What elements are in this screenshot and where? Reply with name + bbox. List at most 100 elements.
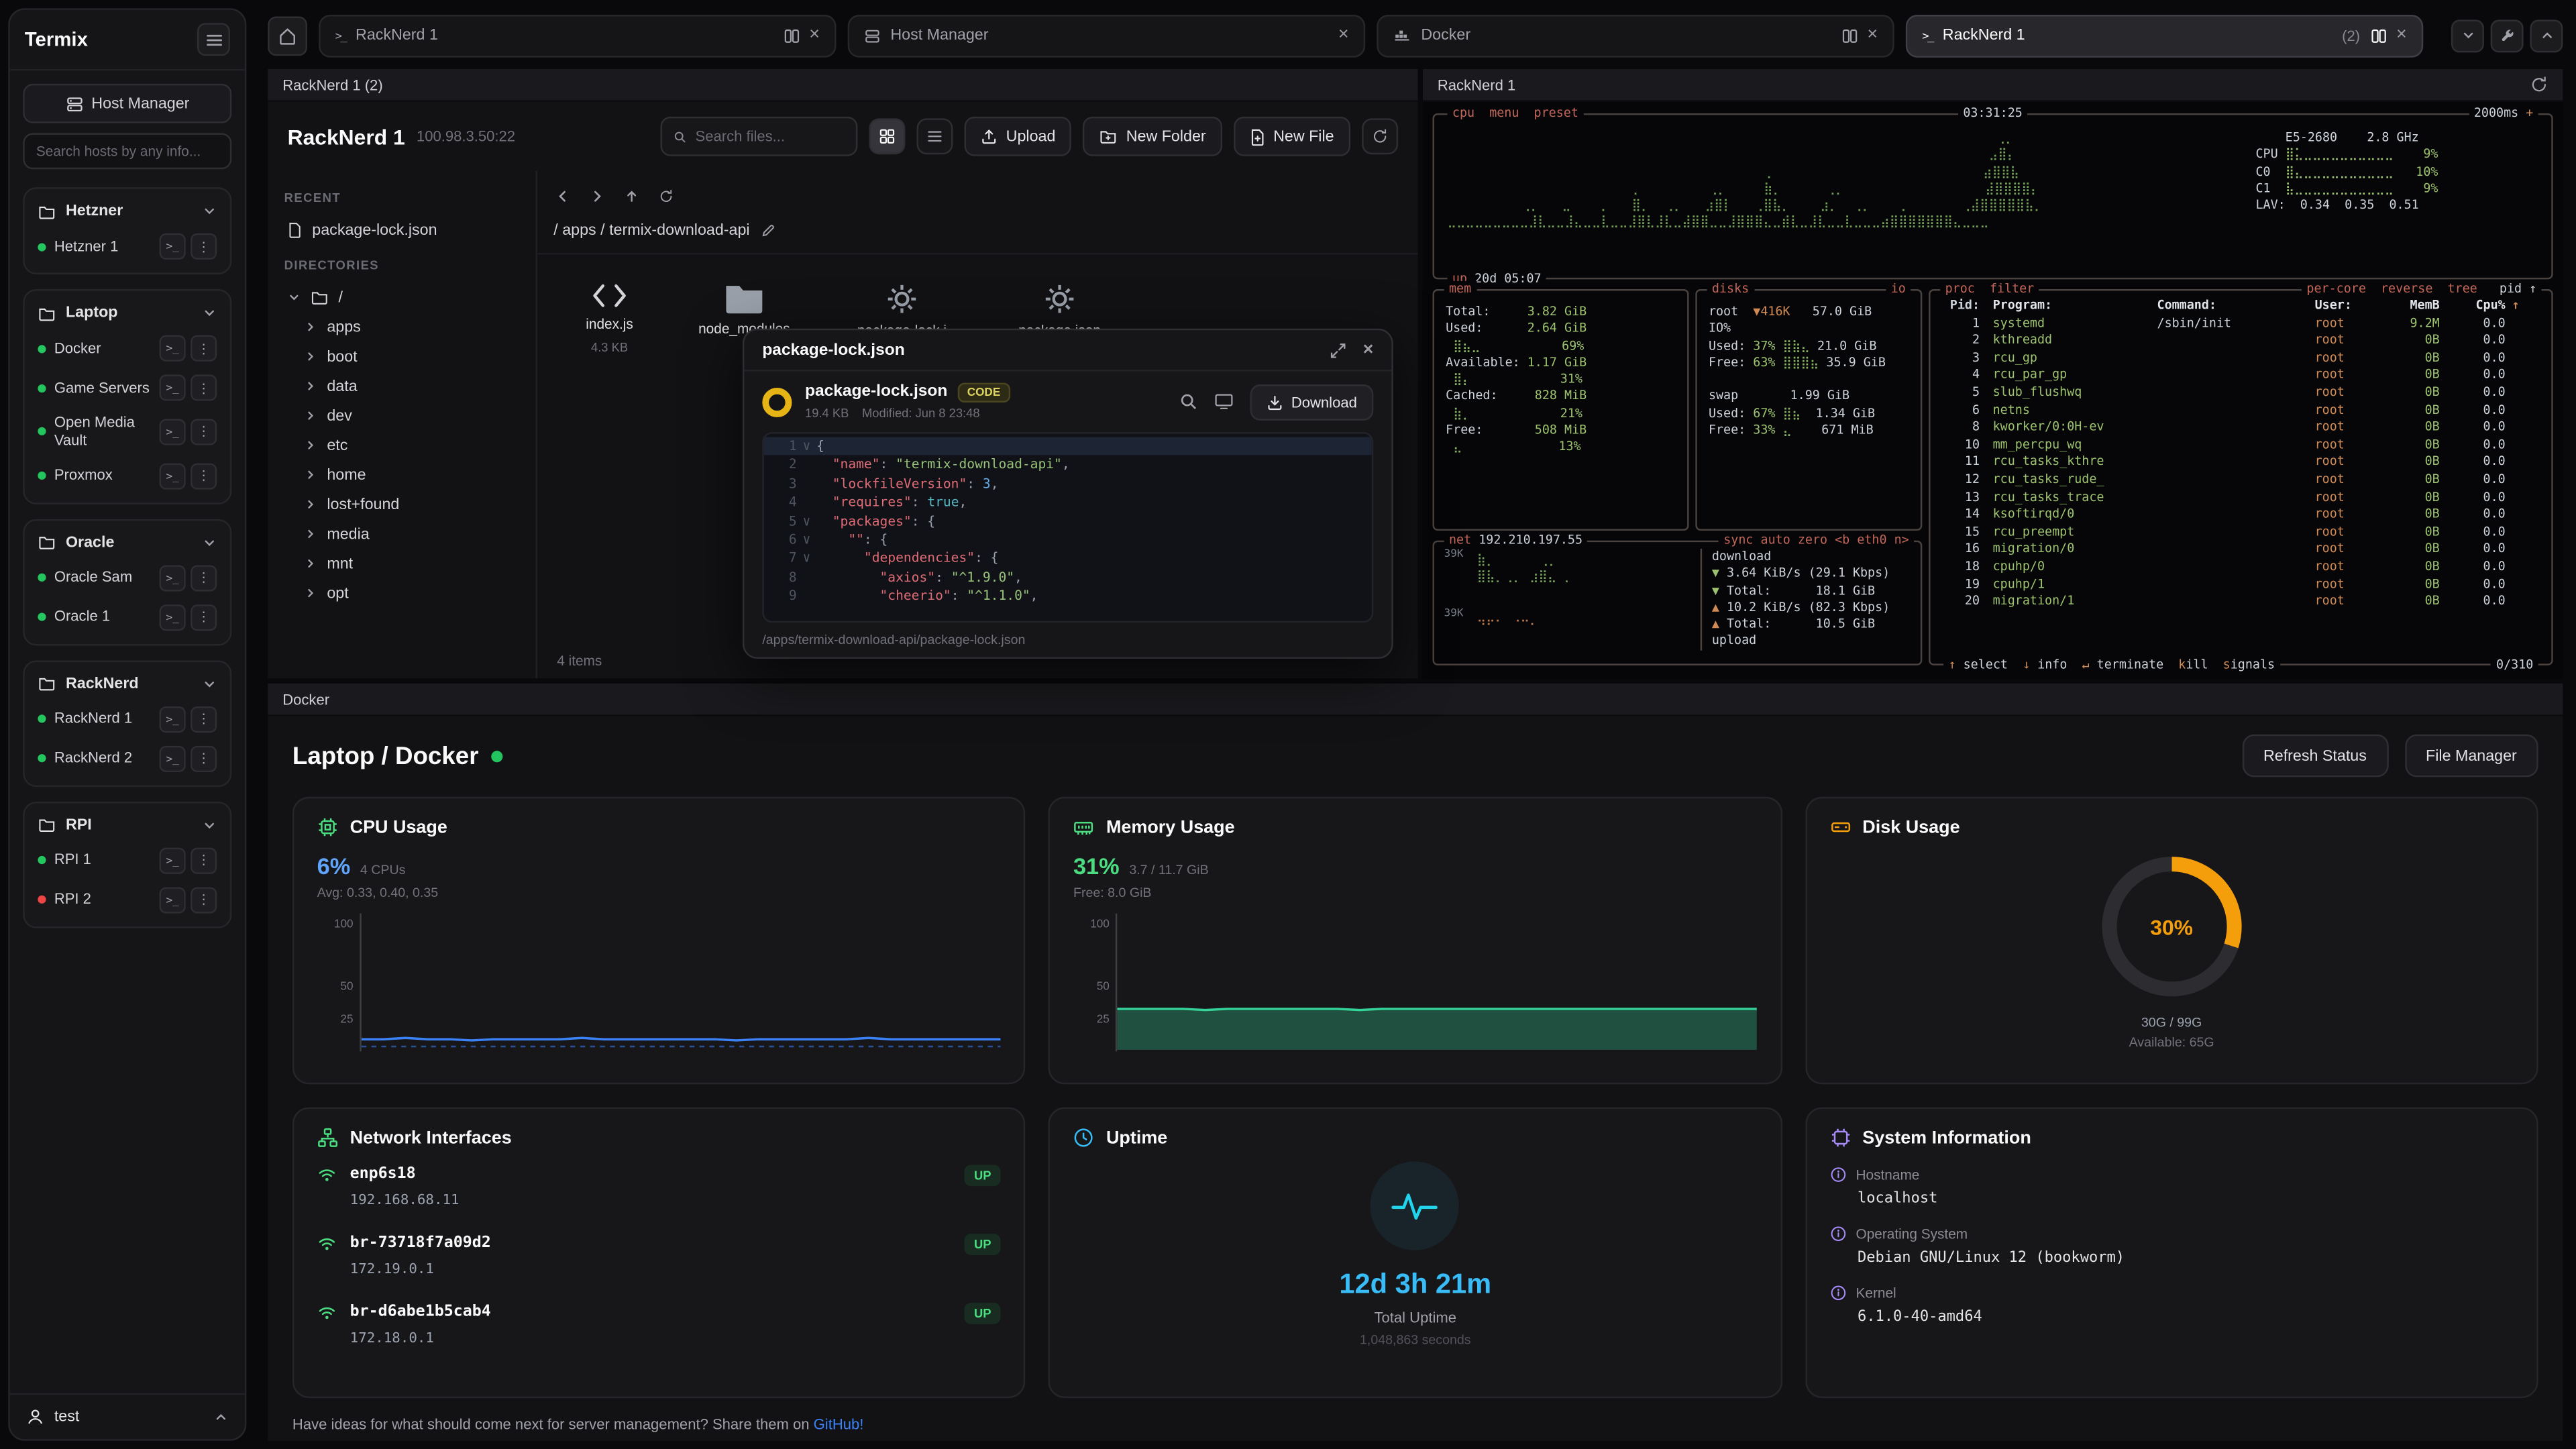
tree-directory[interactable]: media (284, 519, 519, 549)
tree-directory[interactable]: opt (284, 578, 519, 608)
host-connect-button[interactable]: >_ (160, 335, 186, 362)
tree-directory[interactable]: boot (284, 341, 519, 371)
process-row[interactable]: 14 ksoftirqd/0 root 0B 0.0 (1931, 506, 2552, 524)
chevron-up-icon[interactable] (213, 1409, 228, 1424)
host-connect-button[interactable]: >_ (160, 374, 186, 400)
terminal-panel-titlebar[interactable]: RackNerd 1 (1423, 69, 2563, 102)
process-row[interactable]: 15 rcu_preempt root 0B 0.0 (1931, 524, 2552, 541)
host-item[interactable]: Hetzner 1 >_ ⋮ (32, 227, 224, 266)
host-connect-button[interactable]: >_ (160, 463, 186, 489)
tree-directory[interactable]: dev (284, 401, 519, 431)
tab-host-manager[interactable]: Host Manager × (848, 14, 1365, 57)
host-connect-button[interactable]: >_ (160, 847, 186, 873)
fold-icon[interactable] (797, 455, 816, 474)
preview-mode-icon[interactable] (1214, 392, 1234, 411)
chevron-down-icon[interactable] (202, 306, 217, 321)
host-menu-button[interactable]: ⋮ (191, 374, 217, 400)
file-panel-titlebar[interactable]: RackNerd 1 (2) (268, 69, 1417, 102)
fold-icon[interactable] (797, 568, 816, 587)
process-row[interactable]: 11 rcu_tasks_kthre root 0B 0.0 (1931, 454, 2552, 472)
tab-docker[interactable]: Docker × (1377, 14, 1894, 57)
docker-panel-titlebar[interactable]: Docker (268, 684, 2563, 716)
host-item[interactable]: Proxmox >_ ⋮ (32, 456, 224, 496)
nav-up-button[interactable] (616, 180, 645, 210)
tab-racknerd1-files[interactable]: >_ RackNerd 1 (2) × (1906, 14, 2423, 57)
host-item[interactable]: Docker >_ ⋮ (32, 329, 224, 368)
process-row[interactable]: 13 rcu_tasks_trace root 0B 0.0 (1931, 489, 2552, 506)
host-connect-button[interactable]: >_ (160, 564, 186, 590)
chevron-down-icon[interactable] (202, 535, 217, 549)
expand-icon[interactable] (1328, 341, 1346, 360)
code-preview[interactable]: 1 ∨ { 2 "name": "termix-download-api", 3… (762, 432, 1373, 623)
fold-icon[interactable]: ∨ (797, 512, 816, 531)
host-group-header[interactable]: RPI (32, 809, 224, 841)
process-row[interactable]: 1 systemd /sbin/init root 9.2M 0.0 (1931, 315, 2552, 332)
nav-refresh-button[interactable] (651, 180, 680, 210)
nav-back-button[interactable] (547, 180, 577, 210)
tree-directory[interactable]: lost+found (284, 490, 519, 519)
fold-icon[interactable]: ∨ (797, 437, 816, 455)
close-icon[interactable]: × (1867, 26, 1878, 44)
close-icon[interactable]: × (809, 26, 820, 44)
fold-icon[interactable]: ∨ (797, 549, 816, 568)
host-item[interactable]: RackNerd 2 >_ ⋮ (32, 739, 224, 778)
search-icon[interactable] (1179, 392, 1197, 411)
host-group-header[interactable]: Laptop (32, 297, 224, 329)
chevron-down-icon[interactable] (202, 204, 217, 219)
close-icon[interactable]: × (1363, 341, 1374, 360)
tree-directory[interactable]: data (284, 371, 519, 400)
process-row[interactable]: 5 slub_flushwq root 0B 0.0 (1931, 384, 2552, 402)
split-icon[interactable] (1841, 27, 1857, 43)
host-item[interactable]: RPI 1 >_ ⋮ (32, 841, 224, 880)
tree-directory[interactable]: mnt (284, 549, 519, 578)
tree-directory[interactable]: etc (284, 431, 519, 460)
file-tile[interactable]: index.js 4.3 KB (564, 281, 655, 355)
host-item[interactable]: RackNerd 1 >_ ⋮ (32, 699, 224, 739)
host-connect-button[interactable]: >_ (160, 886, 186, 912)
sidebar-menu-button[interactable] (197, 23, 230, 56)
process-row[interactable]: 8 kworker/0:0H-ev root 0B 0.0 (1931, 419, 2552, 437)
list-view-button[interactable] (917, 118, 953, 154)
host-menu-button[interactable]: ⋮ (191, 604, 217, 630)
fold-icon[interactable] (797, 474, 816, 493)
tree-directory[interactable]: apps (284, 312, 519, 341)
new-folder-button[interactable]: New Folder (1083, 117, 1222, 156)
nav-forward-button[interactable] (582, 180, 611, 210)
host-menu-button[interactable]: ⋮ (191, 419, 217, 445)
file-search-input[interactable] (696, 128, 845, 144)
host-item[interactable]: Game Servers >_ ⋮ (32, 368, 224, 408)
fold-icon[interactable] (797, 587, 816, 606)
tools-button[interactable] (2491, 19, 2524, 52)
fold-icon[interactable]: ∨ (797, 531, 816, 549)
process-row[interactable]: 19 cpuhp/1 root 0B 0.0 (1931, 576, 2552, 593)
host-connect-button[interactable]: >_ (160, 745, 186, 771)
refresh-files-button[interactable] (1362, 118, 1398, 154)
recent-item[interactable]: package-lock.json (284, 215, 519, 245)
refresh-status-button[interactable]: Refresh Status (2242, 735, 2388, 777)
process-row[interactable]: 18 cpuhp/0 root 0B 0.0 (1931, 558, 2552, 576)
split-icon[interactable] (783, 27, 799, 43)
host-group-header[interactable]: Oracle (32, 527, 224, 558)
breadcrumb-path[interactable]: / apps / termix-download-api (553, 222, 749, 240)
new-file-button[interactable]: New File (1234, 117, 1350, 156)
host-menu-button[interactable]: ⋮ (191, 233, 217, 260)
process-row[interactable]: 16 migration/0 root 0B 0.0 (1931, 541, 2552, 558)
upload-button[interactable]: Upload (965, 117, 1071, 156)
host-menu-button[interactable]: ⋮ (191, 886, 217, 912)
process-row[interactable]: 20 migration/1 root 0B 0.0 (1931, 593, 2552, 610)
host-group-header[interactable]: RackNerd (32, 668, 224, 700)
tab-racknerd1-terminal[interactable]: >_ RackNerd 1 × (319, 14, 836, 57)
host-connect-button[interactable]: >_ (160, 706, 186, 732)
host-connect-button[interactable]: >_ (160, 233, 186, 260)
grid-view-button[interactable] (869, 118, 906, 154)
process-row[interactable]: 3 rcu_gp root 0B 0.0 (1931, 350, 2552, 367)
host-item[interactable]: Open Media Vault >_ ⋮ (32, 407, 224, 455)
host-item[interactable]: Oracle 1 >_ ⋮ (32, 597, 224, 637)
chevron-down-icon[interactable] (202, 818, 217, 833)
sidebar-footer[interactable]: test (10, 1393, 245, 1440)
host-item[interactable]: Oracle Sam >_ ⋮ (32, 558, 224, 598)
host-connect-button[interactable]: >_ (160, 604, 186, 630)
host-menu-button[interactable]: ⋮ (191, 463, 217, 489)
edit-path-icon[interactable] (761, 223, 776, 238)
process-row[interactable]: 4 rcu_par_gp root 0B 0.0 (1931, 367, 2552, 384)
